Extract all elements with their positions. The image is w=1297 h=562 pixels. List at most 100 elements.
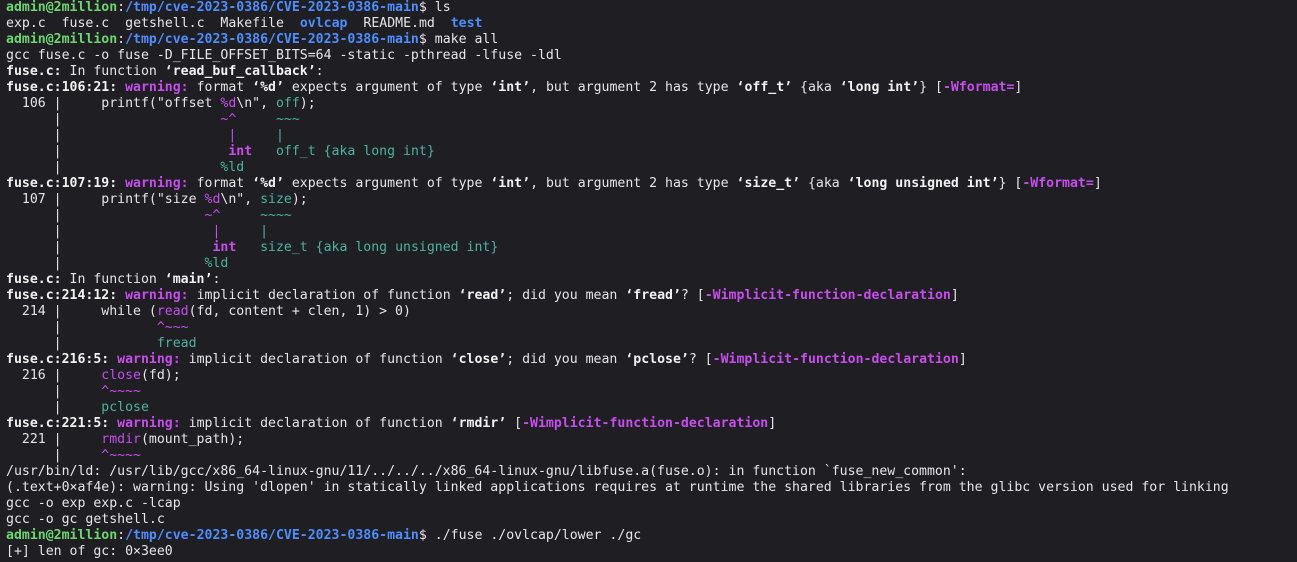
prompt-user: admin@2million	[6, 32, 118, 47]
warning-label: warning:	[109, 352, 181, 367]
warning-text: , but argument 2 has type	[530, 176, 737, 191]
warning-text: ]	[958, 352, 967, 367]
terminal-window[interactable]: admin@2million: /tmp/cve-2023-0386/CVE-20…	[0, 0, 1297, 562]
warning-flag: -Wimplicit-function-declaration	[704, 288, 951, 303]
caret-line: | ^~~~~	[6, 448, 1297, 464]
line-gutter: 107 |	[6, 192, 102, 207]
caret-label: int	[212, 240, 237, 255]
prompt-line: admin@2million:/tmp/cve-2023-0386/CVE-20…	[6, 32, 1297, 48]
prompt-sigil: $	[418, 528, 435, 543]
line-gutter: |	[6, 400, 102, 415]
warning-text: [	[506, 416, 523, 431]
caret-marker: ^~~~~	[101, 384, 141, 399]
warning-text: } [	[919, 80, 943, 95]
function-name: ‘read_buf_callback’	[164, 64, 316, 79]
warning-label: warning:	[109, 416, 181, 431]
caret-line: | ~^ ~~~~	[6, 208, 1297, 224]
caret-marker: |	[275, 128, 284, 143]
warning-quote: ‘%d’	[252, 80, 284, 95]
caret-marker: ~~~~	[260, 208, 292, 223]
warning-text: ? [	[680, 288, 705, 303]
warning-text: } [	[998, 176, 1023, 191]
warning-quote: ‘read’	[458, 288, 507, 303]
warning-location: fuse.c:216:5:	[6, 352, 110, 367]
source-highlight: rmdir	[101, 432, 141, 447]
source-code: \n",	[236, 96, 276, 111]
build-command-line: gcc fuse.c -o fuse -D_FILE_OFFSET_BITS=6…	[6, 48, 562, 63]
prompt-user: admin@2million	[6, 0, 118, 15]
context-text: :	[212, 272, 221, 287]
warning-quote: ‘off_t’	[736, 80, 793, 95]
warning-flag: -Wimplicit-function-declaration	[522, 416, 769, 431]
source-code: printf("offset	[101, 96, 221, 111]
caret-marker: ~^	[220, 112, 237, 127]
prompt-line: admin@2million:/tmp/cve-2023-0386/CVE-20…	[6, 528, 1297, 544]
warning-flag: -Wimplicit-function-declaration	[712, 352, 959, 367]
line-gutter: 106 |	[6, 96, 102, 111]
warning-text: implicit declaration of function	[180, 352, 451, 367]
file-location: fuse.c:	[6, 272, 62, 287]
warning-text: ]	[1014, 80, 1023, 95]
warning-line: fuse.c:221:5: warning: implicit declarat…	[6, 416, 1297, 432]
line-gutter: 221 |	[6, 432, 102, 447]
compiler-context-line: fuse.c: In function ‘main’:	[6, 272, 1297, 288]
fix-suggestion-line: | fread	[6, 336, 1297, 352]
source-line: 107 | printf("size %d\n", size);	[6, 192, 1297, 208]
command-text: ls	[434, 0, 451, 15]
line-gutter: |	[6, 384, 102, 399]
caret-marker: ^~~~	[156, 320, 189, 335]
source-highlight: off	[275, 96, 300, 111]
directory-entry: ovlcap	[299, 16, 348, 31]
fix-suggestion: pclose	[101, 400, 149, 415]
fix-suggestion-line: | %ld	[6, 160, 1297, 176]
ls-output: exp.c fuse.c getshell.c Makefile ovlcap …	[6, 16, 1297, 32]
warning-quote: ‘pclose’	[625, 352, 689, 367]
source-highlight: size	[260, 192, 292, 207]
warning-text: expects argument of type	[283, 176, 491, 191]
linker-output-line: /usr/bin/ld: /usr/lib/gcc/x86_64-linux-g…	[6, 464, 967, 479]
warning-text: {aka	[792, 80, 840, 95]
caret-label: int	[228, 144, 253, 159]
caret-line: | ^~~~	[6, 320, 1297, 336]
line-gutter: |	[6, 320, 157, 335]
fix-suggestion: fread	[156, 336, 197, 351]
context-text: In function	[61, 272, 165, 287]
file-entry: Makefile	[220, 16, 284, 31]
source-highlight: %d	[220, 96, 237, 111]
warning-text: ]	[950, 288, 959, 303]
caret-line: | ^~~~~	[6, 384, 1297, 400]
prompt-separator: :	[117, 528, 126, 543]
line-gutter: |	[6, 112, 221, 127]
warning-quote: ‘rmdir’	[450, 416, 507, 431]
warning-label: warning:	[117, 80, 189, 95]
source-highlight: close	[101, 368, 141, 383]
command-text: ./fuse ./ovlcap/lower ./gc	[434, 528, 642, 543]
caret-label: size_t {aka long unsigned int}	[260, 240, 499, 255]
source-highlight: %d	[204, 192, 221, 207]
prompt-cwd: /tmp/cve-2023-0386/CVE-2023-0386-main	[125, 0, 419, 15]
fix-suggestion: %ld	[204, 256, 229, 271]
warning-quote: ‘fread’	[625, 288, 681, 303]
line-gutter: |	[6, 128, 229, 143]
caret-line: | int size_t {aka long unsigned int}	[6, 240, 1297, 256]
prompt-cwd: /tmp/cve-2023-0386/CVE-2023-0386-main	[125, 32, 419, 47]
line-gutter: |	[6, 448, 102, 463]
warning-quote: ‘close’	[450, 352, 507, 367]
caret-label: off_t {aka long int}	[275, 144, 435, 159]
build-command-line: gcc -o exp exp.c -lcap	[6, 496, 181, 511]
warning-quote: ‘long unsigned int’	[847, 176, 999, 191]
line-gutter: |	[6, 256, 205, 271]
prompt-user: admin@2million	[6, 528, 118, 543]
source-code: printf("size	[101, 192, 205, 207]
caret-marker: |	[260, 224, 269, 239]
warning-location: fuse.c:106:21:	[6, 80, 118, 95]
source-line: 216 | close(fd);	[6, 368, 1297, 384]
warning-text: {aka	[800, 176, 848, 191]
command-text: make all	[434, 32, 499, 47]
warning-line: fuse.c:106:21: warning: format ‘%d’ expe…	[6, 80, 1297, 96]
warning-line: fuse.c:216:5: warning: implicit declarat…	[6, 352, 1297, 368]
line-gutter: |	[6, 240, 213, 255]
warning-label: warning:	[117, 176, 189, 191]
